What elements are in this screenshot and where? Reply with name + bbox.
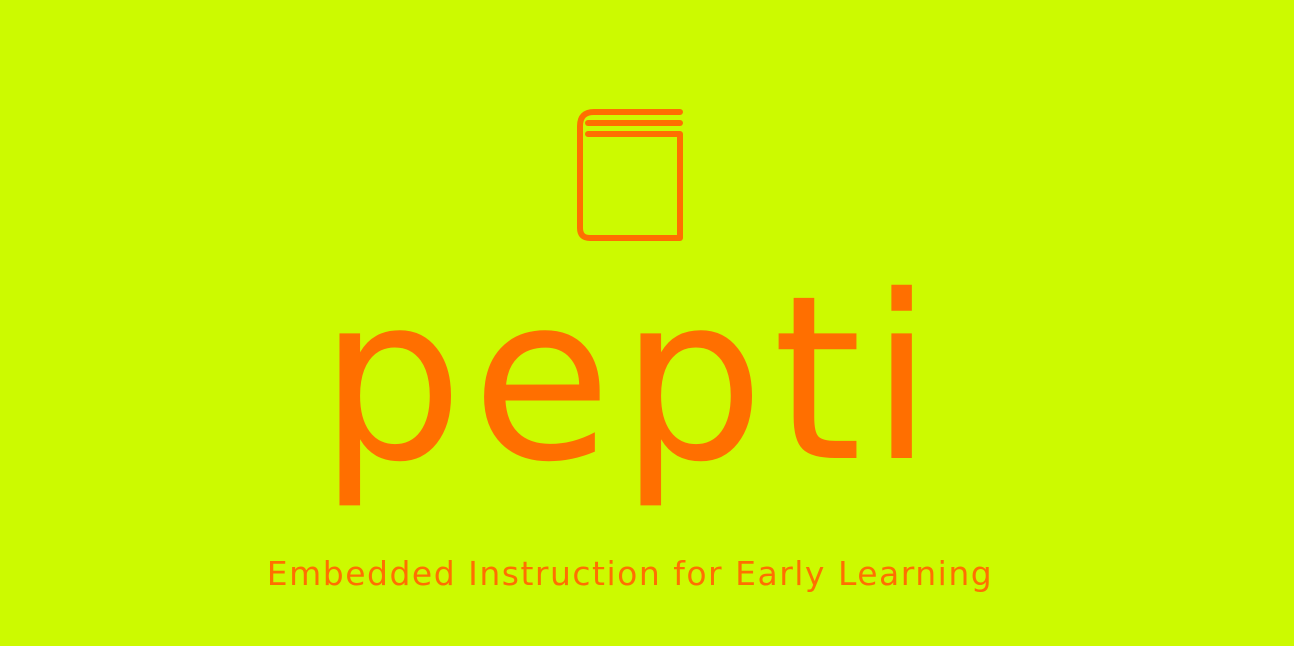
app-name: pepti [318, 246, 942, 512]
splash-screen: pepti Embedded Instruction for Early Lea… [0, 0, 1294, 646]
app-tagline: Embedded Instruction for Early Learning [266, 554, 994, 593]
book-icon [576, 108, 684, 242]
